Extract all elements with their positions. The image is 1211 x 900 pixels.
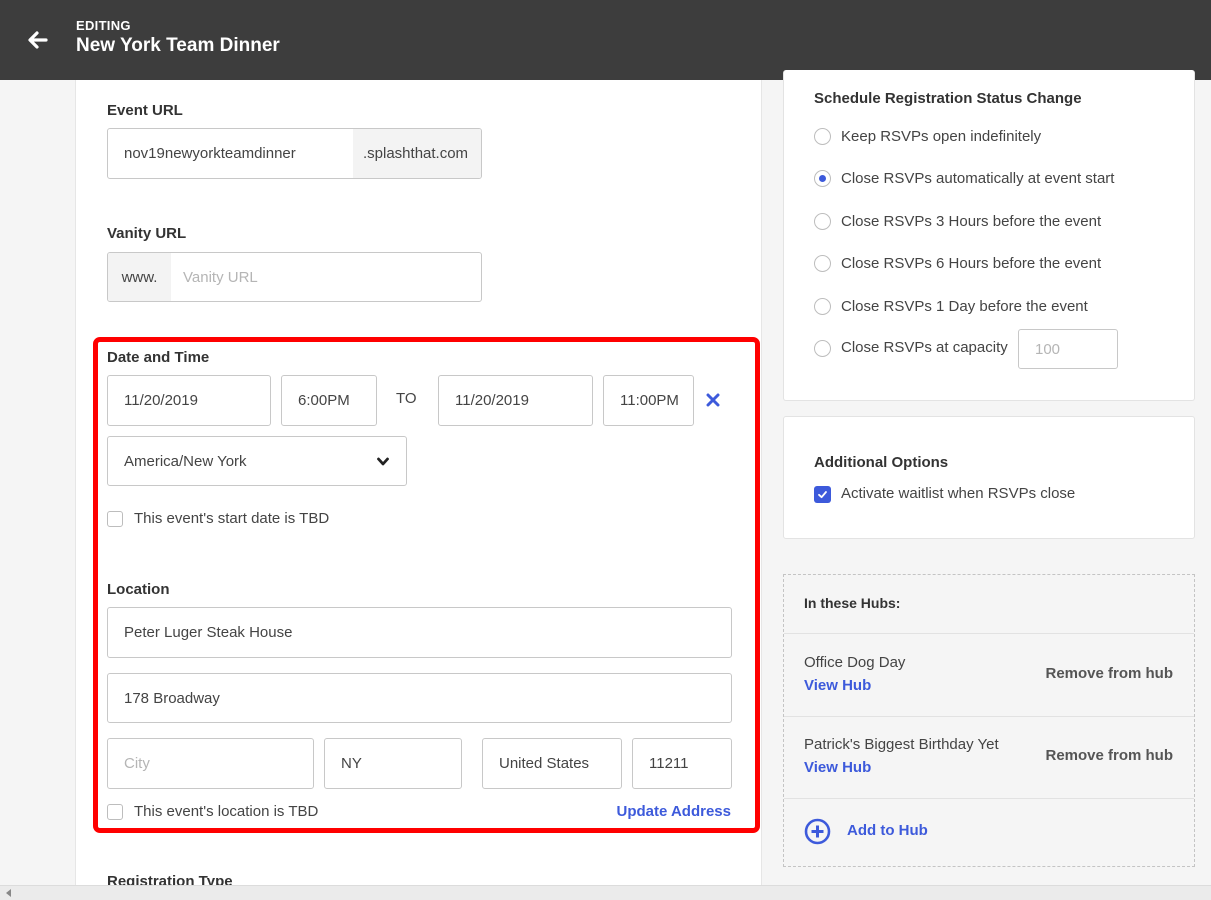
add-to-hub-link[interactable]: Add to Hub bbox=[847, 822, 928, 839]
radio-keep-open[interactable] bbox=[814, 128, 831, 145]
capacity-input[interactable]: 100 bbox=[1018, 329, 1118, 369]
radio-close-1-day[interactable] bbox=[814, 298, 831, 315]
event-url-value: nov19newyorkteamdinner bbox=[124, 145, 296, 162]
capacity-placeholder: 100 bbox=[1035, 340, 1061, 358]
vanity-url-prefix: www. bbox=[108, 253, 171, 301]
option-close-6-hours: Close RSVPs 6 Hours before the event bbox=[841, 255, 1102, 272]
event-url-suffix: .splashthat.com bbox=[353, 129, 481, 178]
option-close-1-day: Close RSVPs 1 Day before the event bbox=[841, 298, 1088, 315]
waitlist-label: Activate waitlist when RSVPs close bbox=[841, 485, 1076, 502]
hub-name: Patrick's Biggest Birthday Yet bbox=[804, 736, 999, 753]
additional-options-card: Additional Options Activate waitlist whe… bbox=[783, 416, 1195, 539]
checkmark-icon bbox=[818, 491, 827, 499]
hub-name: Office Dog Day bbox=[804, 654, 906, 671]
additional-options-title: Additional Options bbox=[814, 454, 949, 471]
view-hub-link[interactable]: View Hub bbox=[804, 759, 871, 776]
radio-close-at-start[interactable] bbox=[814, 170, 831, 187]
radio-close-at-capacity[interactable] bbox=[814, 340, 831, 357]
remove-from-hub-button[interactable]: Remove from hub bbox=[1045, 747, 1173, 764]
event-url-field[interactable]: nov19newyorkteamdinner .splashthat.com bbox=[107, 128, 482, 179]
top-bar: EDITING New York Team Dinner bbox=[0, 0, 1211, 80]
schedule-title: Schedule Registration Status Change bbox=[814, 90, 1082, 107]
event-url-label: Event URL bbox=[107, 102, 183, 119]
schedule-card: Schedule Registration Status Change Keep… bbox=[783, 70, 1195, 401]
vanity-url-label: Vanity URL bbox=[107, 225, 187, 242]
back-arrow-icon[interactable] bbox=[24, 26, 52, 54]
option-close-3-hours: Close RSVPs 3 Hours before the event bbox=[841, 213, 1102, 230]
scroll-left-icon[interactable] bbox=[6, 889, 12, 897]
radio-close-3-hours[interactable] bbox=[814, 213, 831, 230]
waitlist-checkbox[interactable] bbox=[814, 486, 831, 503]
highlight-frame bbox=[93, 337, 760, 833]
option-close-at-capacity: Close RSVPs at capacity bbox=[841, 339, 1008, 356]
radio-close-6-hours[interactable] bbox=[814, 255, 831, 272]
hubs-panel: In these Hubs: Office Dog Day View Hub R… bbox=[783, 574, 1195, 867]
vanity-url-placeholder: Vanity URL bbox=[183, 268, 258, 286]
remove-from-hub-button[interactable]: Remove from hub bbox=[1045, 665, 1173, 682]
vanity-url-field[interactable]: www. Vanity URL bbox=[107, 252, 482, 302]
divider bbox=[784, 716, 1194, 717]
option-keep-open: Keep RSVPs open indefinitely bbox=[841, 128, 1042, 145]
editing-label: EDITING bbox=[76, 18, 131, 33]
divider bbox=[784, 798, 1194, 799]
hubs-title: In these Hubs: bbox=[804, 595, 901, 611]
view-hub-link[interactable]: View Hub bbox=[804, 677, 871, 694]
option-close-at-start: Close RSVPs automatically at event start bbox=[841, 170, 1115, 187]
page-title: New York Team Dinner bbox=[76, 35, 280, 56]
add-circle-icon[interactable] bbox=[804, 818, 831, 845]
divider bbox=[784, 633, 1194, 634]
horizontal-scrollbar[interactable] bbox=[0, 885, 1211, 900]
